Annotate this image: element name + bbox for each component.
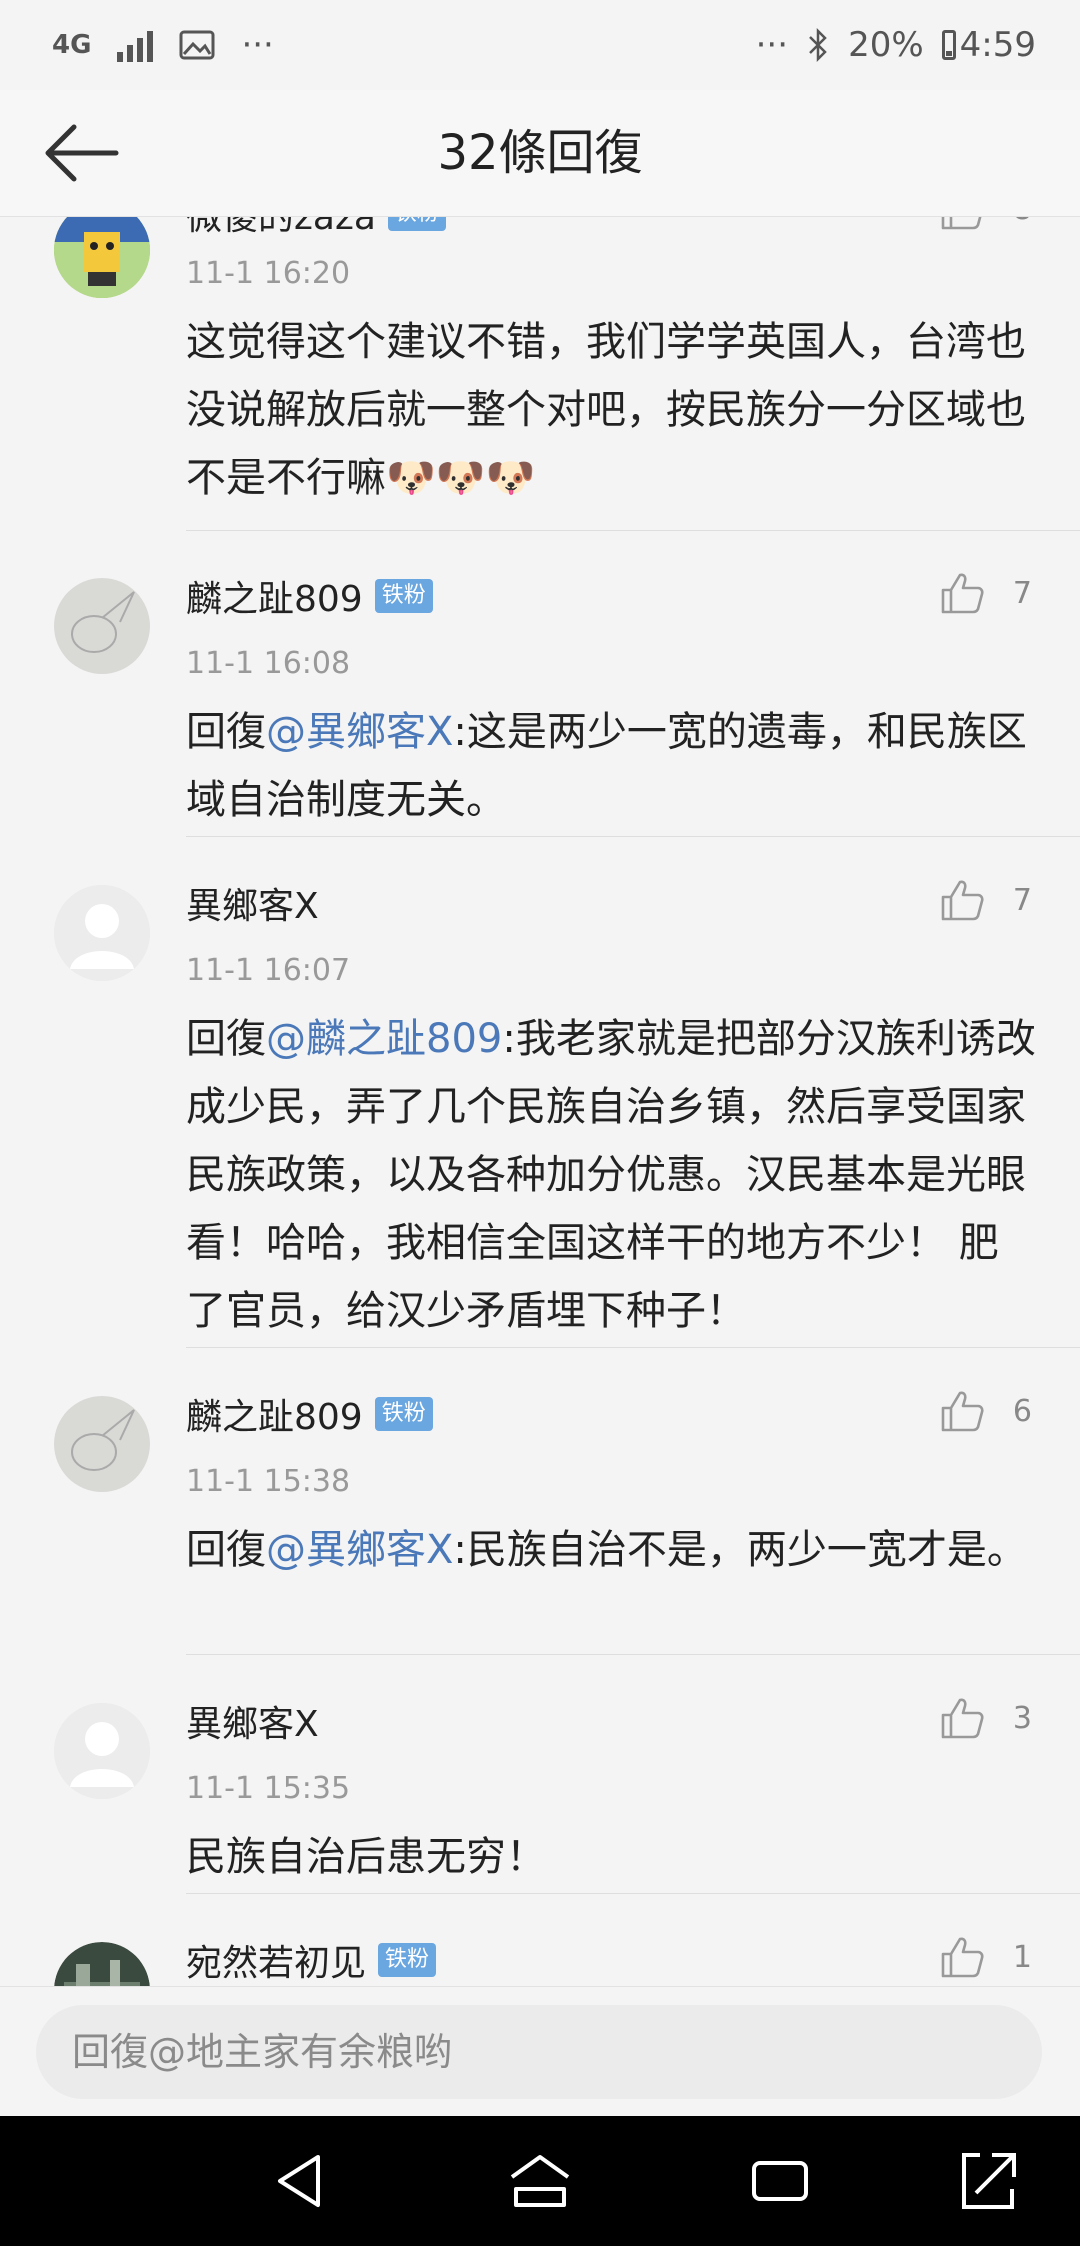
nav-expand-icon[interactable] bbox=[956, 2149, 1020, 2213]
thumbs-up-icon bbox=[941, 573, 984, 614]
comment-time: 11-1 16:07 bbox=[186, 953, 351, 988]
like-button[interactable]: 7 bbox=[939, 570, 1032, 616]
reply-input[interactable] bbox=[36, 2005, 1042, 2099]
divider bbox=[186, 1347, 1080, 1348]
system-nav-bar bbox=[0, 2116, 1080, 2246]
username[interactable]: 宛然若初见 bbox=[186, 1934, 366, 1986]
like-count: 8 bbox=[1013, 216, 1032, 227]
like-button[interactable]: 7 bbox=[939, 877, 1032, 923]
reply-prefix: 回復 bbox=[186, 709, 266, 755]
username[interactable]: 異鄉客X bbox=[186, 1695, 319, 1747]
comment-time: 11-1 15:38 bbox=[186, 1464, 351, 1499]
page-title: 32條回復 bbox=[437, 125, 643, 181]
username[interactable]: 微傻的zaza bbox=[186, 216, 376, 240]
like-count: 7 bbox=[1012, 882, 1032, 918]
divider bbox=[186, 836, 1080, 837]
comment-body: :民族自治不是，两少一宽才是。 bbox=[453, 1527, 1027, 1573]
mention-link[interactable]: @異鄉客X bbox=[266, 1527, 453, 1573]
divider bbox=[186, 1654, 1080, 1655]
comment-body: 民族自治后患无穷！ bbox=[186, 1834, 546, 1880]
avatar[interactable] bbox=[54, 885, 150, 981]
divider bbox=[186, 1893, 1080, 1894]
battery-percent: 20% bbox=[848, 25, 924, 65]
avatar[interactable] bbox=[54, 1396, 150, 1492]
avatar[interactable] bbox=[54, 1942, 150, 1986]
comment-text: 回復@麟之趾809:我老家就是把部分汉族利诱改成少民，弄了几个民族自治乡镇，然后… bbox=[186, 1005, 1036, 1345]
comment-list[interactable]: 微傻的zaza 铁粉 8 11-1 16:20 这觉得这个建议不错，我们学学英国… bbox=[0, 216, 1080, 1986]
nav-recents-icon[interactable] bbox=[748, 2149, 812, 2213]
mention-link[interactable]: @麟之趾809 bbox=[266, 1016, 502, 1062]
bluetooth-icon bbox=[809, 27, 827, 63]
clock: 4:59 bbox=[959, 25, 1036, 65]
nav-back-icon[interactable] bbox=[268, 2149, 332, 2213]
comment-body: :我老家就是把部分汉族利诱改成少民，弄了几个民族自治乡镇，然后享受国家民族政策，… bbox=[186, 1016, 1036, 1334]
reply-prefix: 回復 bbox=[186, 1527, 266, 1573]
comment-time: 11-1 16:08 bbox=[186, 646, 351, 681]
fan-badge: 铁粉 bbox=[374, 579, 433, 613]
avatar[interactable] bbox=[54, 1703, 150, 1799]
comment-body: 这觉得这个建议不错，我们学学英国人，台湾也没说解放后就一整个对吧，按民族分一分区… bbox=[186, 319, 1026, 501]
status-bar: 4G ··· ··· 20% 4:59 bbox=[0, 0, 1080, 90]
username[interactable]: 異鄉客X bbox=[186, 877, 319, 929]
like-count: 6 bbox=[1012, 1393, 1032, 1429]
battery-icon bbox=[941, 30, 956, 60]
app-header: 32條回復 bbox=[0, 90, 1080, 217]
comment-text: 回復@異鄉客X:这是两少一宽的遗毒，和民族区域自治制度无关。 bbox=[186, 698, 1036, 834]
thumbs-up-icon bbox=[941, 1937, 984, 1978]
like-button[interactable]: 3 bbox=[939, 1695, 1032, 1741]
thumbs-up-icon bbox=[941, 1698, 984, 1739]
like-button[interactable]: 1 bbox=[939, 1934, 1032, 1980]
thumbs-up-icon bbox=[941, 216, 982, 230]
emoji-dog-icon: 🐶🐶🐶 bbox=[386, 455, 536, 501]
fan-badge: 铁粉 bbox=[374, 1397, 433, 1431]
avatar[interactable] bbox=[54, 216, 150, 298]
fan-badge: 铁粉 bbox=[387, 216, 446, 231]
username[interactable]: 麟之趾809 bbox=[186, 570, 363, 622]
more-status-icon: ··· bbox=[755, 25, 789, 65]
mention-link[interactable]: @異鄉客X bbox=[266, 709, 453, 755]
reply-prefix: 回復 bbox=[186, 1016, 266, 1062]
thumbs-up-icon bbox=[941, 1391, 984, 1432]
comment-time: 11-1 16:20 bbox=[186, 256, 351, 291]
comment-text: 回復@異鄉客X:民族自治不是，两少一宽才是。 bbox=[186, 1516, 1036, 1584]
divider bbox=[186, 530, 1080, 531]
image-notification-icon bbox=[179, 30, 215, 60]
reply-bar bbox=[0, 1986, 1080, 2117]
fan-badge: 铁粉 bbox=[378, 1943, 437, 1977]
like-count: 7 bbox=[1012, 575, 1032, 611]
signal-icon bbox=[117, 28, 154, 62]
avatar[interactable] bbox=[54, 578, 150, 674]
thumbs-up-icon bbox=[941, 880, 984, 921]
username[interactable]: 麟之趾809 bbox=[186, 1388, 363, 1440]
like-button[interactable]: 6 bbox=[939, 1388, 1032, 1434]
like-button[interactable]: 8 bbox=[939, 216, 1032, 232]
comment-text: 这觉得这个建议不错，我们学学英国人，台湾也没说解放后就一整个对吧，按民族分一分区… bbox=[186, 308, 1036, 512]
like-count: 1 bbox=[1012, 1939, 1032, 1975]
comment-time: 11-1 15:35 bbox=[186, 1771, 351, 1806]
more-notifications-icon: ··· bbox=[241, 25, 274, 65]
comment-text: 民族自治后患无穷！ bbox=[186, 1823, 1036, 1891]
network-type-icon: 4G bbox=[52, 30, 92, 60]
like-count: 3 bbox=[1012, 1700, 1032, 1736]
nav-home-icon[interactable] bbox=[508, 2149, 572, 2213]
